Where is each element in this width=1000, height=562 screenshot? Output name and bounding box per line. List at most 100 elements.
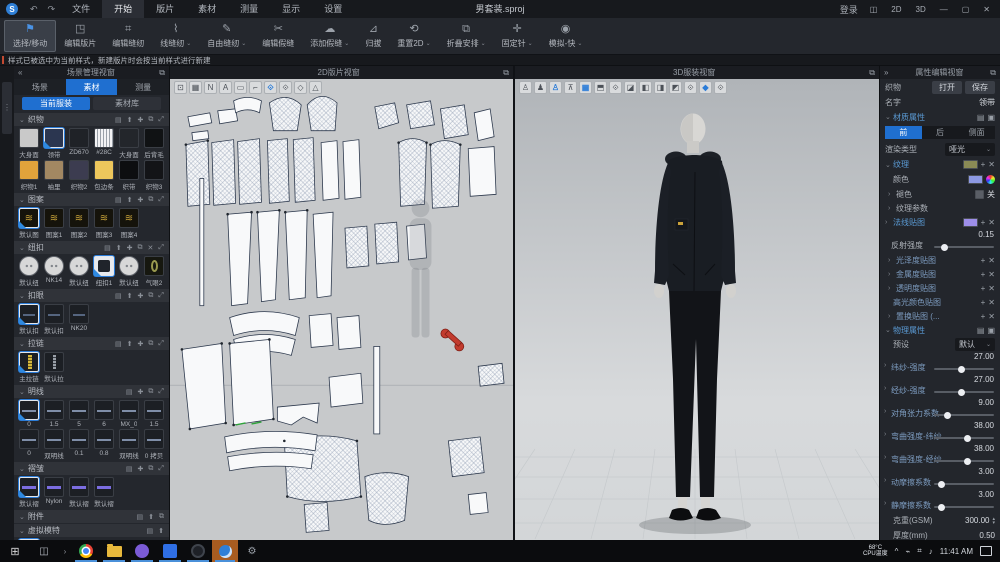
texture-section-title[interactable]: 纹理 [893,159,960,170]
tab-front[interactable]: 前 [885,126,922,139]
popout-icon[interactable]: ⧉ [159,68,165,78]
add-icon[interactable]: ✚ [138,340,144,348]
topstitch-thumb[interactable] [94,400,114,420]
login-button[interactable]: 登录 [840,3,858,16]
buttonhole-thumb[interactable] [44,304,64,324]
fabric-swatch[interactable] [94,128,114,148]
topstitch-item[interactable]: 0.1 [67,429,91,460]
warp-strength-slider[interactable] [934,391,994,393]
fabric-swatch[interactable] [144,160,164,180]
buttonhole-item[interactable]: NK20 [67,304,91,335]
fabric-item[interactable]: 大身面 [17,128,41,159]
add-icon[interactable]: + [981,218,986,227]
pattern-thumb[interactable] [94,208,114,228]
folder-icon[interactable]: ▤ [977,113,985,122]
copy-icon[interactable]: ⧉ [148,292,153,300]
buttonhole-thumb[interactable] [19,304,39,324]
reflect-slider[interactable] [934,246,994,248]
buttonhole-thumb[interactable] [69,304,89,324]
button-thumb[interactable] [119,256,139,276]
copy-icon[interactable]: ⧉ [159,513,164,521]
taskbar-explorer-icon[interactable] [100,540,128,562]
fabric-swatch[interactable] [44,160,64,180]
material-section-title[interactable]: 材质属性 [893,112,974,123]
folder-icon[interactable]: ▤ [126,465,133,473]
fabric-item[interactable]: 织带 [117,160,141,191]
fabric-swatch[interactable] [19,160,39,180]
expand-icon[interactable]: ⤢ [158,388,164,396]
fabric-item[interactable]: #28C [92,128,116,159]
pattern-item[interactable]: 图案1 [42,208,66,239]
shirring-thumb[interactable] [44,477,64,497]
folder-icon[interactable]: ▤ [977,326,985,335]
fabric-item[interactable]: 后背毛 [142,128,166,159]
fade-value[interactable]: 关 [987,189,995,200]
tray-expand-arrow[interactable]: › [58,540,72,562]
copy-icon[interactable]: ⧉ [138,244,143,252]
line-sewing-button[interactable]: ⌇ 线缝纫⌄ [152,20,199,52]
texture-swatch[interactable] [963,160,978,169]
menu-material[interactable]: 素材 [186,0,228,18]
bend-warp-slider[interactable] [934,460,994,462]
menu-file[interactable]: 文件 [60,0,102,18]
import-icon[interactable]: ⬆ [127,340,133,348]
popout-icon[interactable]: ⧉ [869,68,875,78]
strain-view-tool-icon[interactable]: ◩ [669,81,682,94]
button-thumb[interactable] [19,256,39,276]
undo-icon[interactable]: ↶ [25,4,43,15]
expand-icon[interactable]: ⤢ [158,340,164,348]
save-button[interactable]: 保存 [965,81,995,94]
displacement-map-label[interactable]: 置换贴图 (... [896,311,978,322]
tab-material[interactable]: 素材 [66,79,118,95]
menu-display[interactable]: 显示 [270,0,312,18]
start-button[interactable]: ⊞ [0,540,30,562]
avatar-outline-tool-icon[interactable]: ♟ [534,81,547,94]
minimize-button[interactable]: — [938,5,950,14]
topstitch-item[interactable]: 1.5 [142,400,166,428]
weft-strength-slider[interactable] [934,368,994,370]
topstitch-item[interactable]: 双明线 [117,429,141,460]
topstitch-item[interactable]: MX_0 [117,400,141,428]
add-icon[interactable]: + [981,284,986,293]
annotate-tool-icon[interactable]: A [219,81,232,94]
shirring-thumb[interactable] [69,477,89,497]
garment-3d-canvas[interactable]: ♙ ♟ ♙ ⊼ ▦ ⬒ ⟐ ◪ ◧ ◨ ◩ ⟐ ◆ ⟐ [515,79,879,540]
popout-icon[interactable]: ⧉ [503,68,509,78]
taskbar-chrome-icon[interactable] [72,540,100,562]
fabric-swatch[interactable] [144,128,164,148]
section-accessory[interactable]: ⌄ 附件 ▤ ⬆ ⧉ [14,510,169,523]
folder-icon[interactable]: ▤ [115,116,122,124]
add-icon[interactable]: + [981,312,986,321]
free-sewing-button[interactable]: ✎ 自由缝纫⌄ [199,20,254,52]
fabric-item[interactable]: 织物3 [142,160,166,191]
simulate-button[interactable]: ◉ 模拟-快⌄ [541,20,591,52]
edit-pattern-button[interactable]: ◳ 编辑版片 [56,20,104,52]
fabric-swatch[interactable] [69,128,89,148]
static-friction-slider[interactable] [934,506,994,508]
zipper-item-selected[interactable]: 主拉链 [17,352,41,383]
section-zipper[interactable]: ⌄ 拉链 ▤ ⬆ ✚ ⧉ ⤢ [14,337,169,350]
add-icon[interactable]: ✚ [138,388,144,396]
button-item[interactable]: 气眼2 [142,256,166,287]
tray-power-icon[interactable]: ⌁ [905,547,910,556]
add-icon[interactable]: + [981,256,986,265]
mesh-tool-icon[interactable]: ▦ [579,81,592,94]
normal-map-label[interactable]: 法线贴图 [893,217,960,228]
fabric-swatch[interactable] [94,160,114,180]
subtab-material-library[interactable]: 素材库 [93,97,161,110]
add-icon[interactable]: + [981,270,986,279]
open-button[interactable]: 打开 [932,81,962,94]
fabric-item-selected[interactable]: 领带 [42,128,66,159]
tab-back[interactable]: 后 [922,126,959,139]
topstitch-item[interactable]: 5 [67,400,91,428]
button-item[interactable]: 默认纽 [67,256,91,287]
copy-icon[interactable]: ⧉ [148,388,153,396]
fade-swatch[interactable] [975,190,984,199]
topstitch-item[interactable]: 0.8 [92,429,116,460]
fabric-item[interactable]: 袖里 [42,160,66,191]
section-shirring[interactable]: ⌄ 褶皱 ▤ ✚ ⧉ ⤢ [14,462,169,475]
section-topstitch[interactable]: ⌄ 明线 ▤ ✚ ⧉ ⤢ [14,385,169,398]
taskbar-app-dark-icon[interactable] [184,540,212,562]
weight-stepper[interactable]: ▴ ▾ [992,517,995,525]
expand-icon[interactable]: ⤢ [158,244,164,252]
